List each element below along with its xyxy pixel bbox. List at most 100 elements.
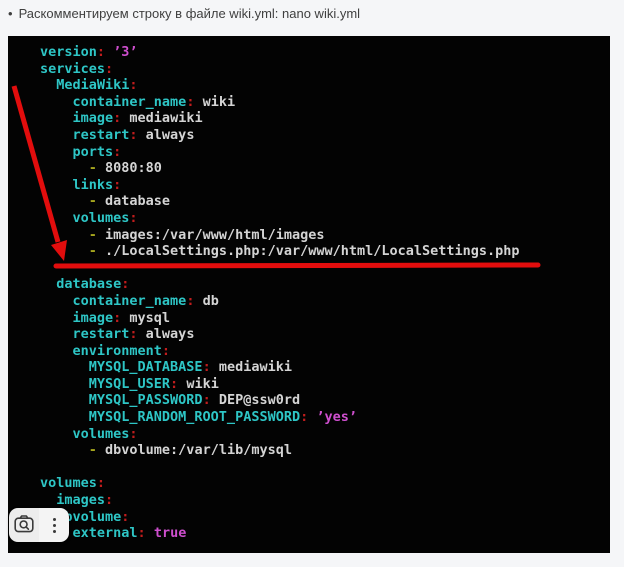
more-options-button[interactable]: [39, 508, 69, 542]
code-line: MYSQL_PASSWORD: DEP@ssw0rd: [40, 392, 520, 409]
code-token: :: [138, 525, 146, 541]
code-token: container_name: [40, 94, 186, 110]
instruction-text: • Раскомментируем строку в файле wiki.yml…: [8, 6, 360, 21]
code-line: environment:: [40, 343, 520, 360]
code-line: links:: [40, 177, 520, 194]
code-line: restart: always: [40, 127, 520, 144]
code-token: db: [194, 293, 218, 309]
code-line: - ./LocalSettings.php:/var/www/html/Loca…: [40, 243, 520, 260]
code-token: dbvolume:/var/lib/mysql: [97, 442, 292, 458]
code-token: images:/var/www/html/images: [97, 227, 325, 243]
code-token: restart: [40, 326, 129, 342]
code-token: -: [40, 227, 97, 243]
code-token: mysql: [121, 310, 170, 326]
code-line: - database: [40, 193, 520, 210]
code-token: :: [203, 392, 211, 408]
code-token: links: [40, 177, 113, 193]
code-line: - 8080:80: [40, 160, 520, 177]
code-line: external: true: [40, 525, 520, 542]
code-token: -: [40, 243, 97, 259]
page: { "colors": { "page_bg": "#f5f6f8", "ins…: [0, 0, 624, 567]
code-line: volumes:: [40, 426, 520, 443]
code-line: [40, 260, 520, 277]
code-token: volumes: [40, 210, 129, 226]
terminal-code: version: ’3’services: MediaWiki: contain…: [40, 44, 520, 542]
code-line: volumes:: [40, 475, 520, 492]
code-line: [40, 459, 520, 476]
code-token: restart: [40, 127, 129, 143]
code-token: volumes: [40, 426, 129, 442]
code-token: DEP@ssw0rd: [211, 392, 300, 408]
code-token: environment: [40, 343, 162, 359]
code-line: MYSQL_USER: wiki: [40, 376, 520, 393]
code-token: mediawiki: [211, 359, 292, 375]
code-line: dbvolume:: [40, 509, 520, 526]
code-token: :: [113, 144, 121, 160]
code-token: :: [97, 475, 105, 491]
code-line: image: mysql: [40, 310, 520, 327]
code-token: images: [40, 492, 105, 508]
code-token: :: [121, 276, 129, 292]
code-token: :: [113, 177, 121, 193]
code-token: -: [40, 193, 97, 209]
code-line: MediaWiki:: [40, 77, 520, 94]
code-token: ./LocalSettings.php:/var/www/html/LocalS…: [97, 243, 520, 259]
code-token: always: [138, 326, 195, 342]
code-token: :: [97, 44, 105, 60]
code-token: version: [40, 44, 97, 60]
vertical-ellipsis-icon: [53, 518, 56, 533]
code-token: :: [121, 509, 129, 525]
code-line: MYSQL_DATABASE: mediawiki: [40, 359, 520, 376]
code-line: database:: [40, 276, 520, 293]
code-token: wiki: [194, 94, 235, 110]
code-token: always: [138, 127, 195, 143]
code-token: volumes: [40, 475, 97, 491]
code-token: MediaWiki: [40, 77, 129, 93]
code-token: image: [40, 310, 113, 326]
code-line: - dbvolume:/var/lib/mysql: [40, 442, 520, 459]
code-line: images:: [40, 492, 520, 509]
terminal-screenshot: version: ’3’services: MediaWiki: contain…: [8, 36, 610, 553]
image-tools-overlay: [9, 508, 69, 542]
code-token: :: [129, 77, 137, 93]
code-token: MYSQL_RANDOM_ROOT_PASSWORD: [40, 409, 300, 425]
code-line: ports:: [40, 144, 520, 161]
code-token: -: [40, 160, 97, 176]
code-token: wiki: [178, 376, 219, 392]
code-line: volumes:: [40, 210, 520, 227]
code-token: ’yes’: [308, 409, 357, 425]
code-token: database: [40, 276, 121, 292]
code-token: database: [97, 193, 170, 209]
code-line: MYSQL_RANDOM_ROOT_PASSWORD: ’yes’: [40, 409, 520, 426]
code-token: container_name: [40, 293, 186, 309]
instruction-label: Раскомментируем строку в файле wiki.yml:…: [19, 6, 361, 21]
code-line: restart: always: [40, 326, 520, 343]
code-token: :: [300, 409, 308, 425]
code-token: :: [129, 326, 137, 342]
code-token: true: [146, 525, 187, 541]
code-token: MYSQL_DATABASE: [40, 359, 203, 375]
code-token: :: [162, 343, 170, 359]
code-token: ports: [40, 144, 113, 160]
code-token: :: [129, 426, 137, 442]
code-line: services:: [40, 61, 520, 78]
code-line: container_name: db: [40, 293, 520, 310]
code-token: :: [129, 210, 137, 226]
visual-search-button[interactable]: [9, 508, 39, 542]
code-token: image: [40, 110, 113, 126]
code-line: container_name: wiki: [40, 94, 520, 111]
code-line: image: mediawiki: [40, 110, 520, 127]
code-token: :: [203, 359, 211, 375]
code-token: services: [40, 61, 105, 77]
code-token: MYSQL_PASSWORD: [40, 392, 203, 408]
bullet-marker: •: [8, 6, 13, 21]
code-token: :: [170, 376, 178, 392]
code-token: :: [129, 127, 137, 143]
code-token: :: [105, 492, 113, 508]
visual-search-icon: [14, 515, 34, 536]
code-token: -: [40, 442, 97, 458]
code-token: mediawiki: [121, 110, 202, 126]
code-line: version: ’3’: [40, 44, 520, 61]
code-token: ’3’: [105, 44, 138, 60]
code-token: :: [105, 61, 113, 77]
